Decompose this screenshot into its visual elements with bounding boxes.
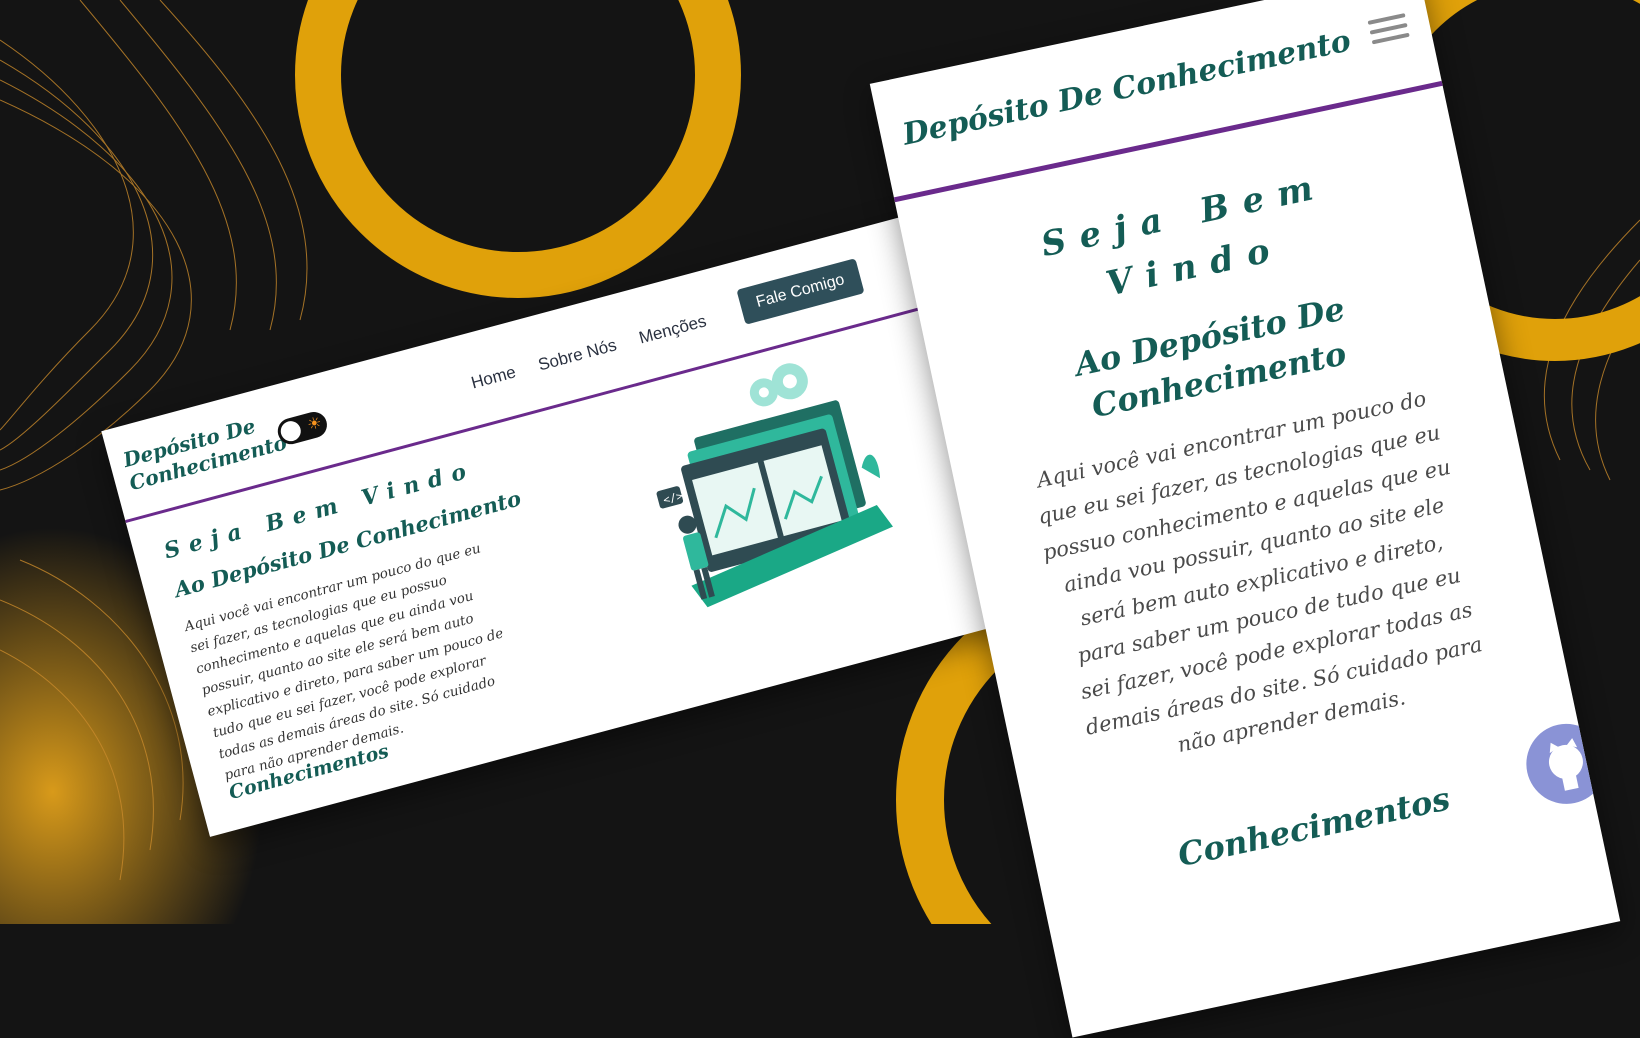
nav-link-home[interactable]: Home: [469, 362, 518, 393]
toggle-knob: [278, 418, 304, 444]
sun-icon: ☀: [305, 414, 324, 435]
nav-link-mencoes[interactable]: Menções: [637, 311, 709, 348]
gear-icon: [749, 363, 808, 407]
nav-link-sobre[interactable]: Sobre Nós: [536, 335, 619, 375]
site-logo[interactable]: Depósito De Conhecimento: [121, 413, 290, 496]
menu-icon[interactable]: [1367, 13, 1411, 50]
nav-menu: Home Sobre Nós Menções: [469, 311, 709, 393]
developer-illustration: </>: [656, 363, 893, 608]
theme-toggle-icon[interactable]: ☀: [274, 409, 330, 448]
contact-button[interactable]: Fale Comigo: [736, 258, 865, 325]
